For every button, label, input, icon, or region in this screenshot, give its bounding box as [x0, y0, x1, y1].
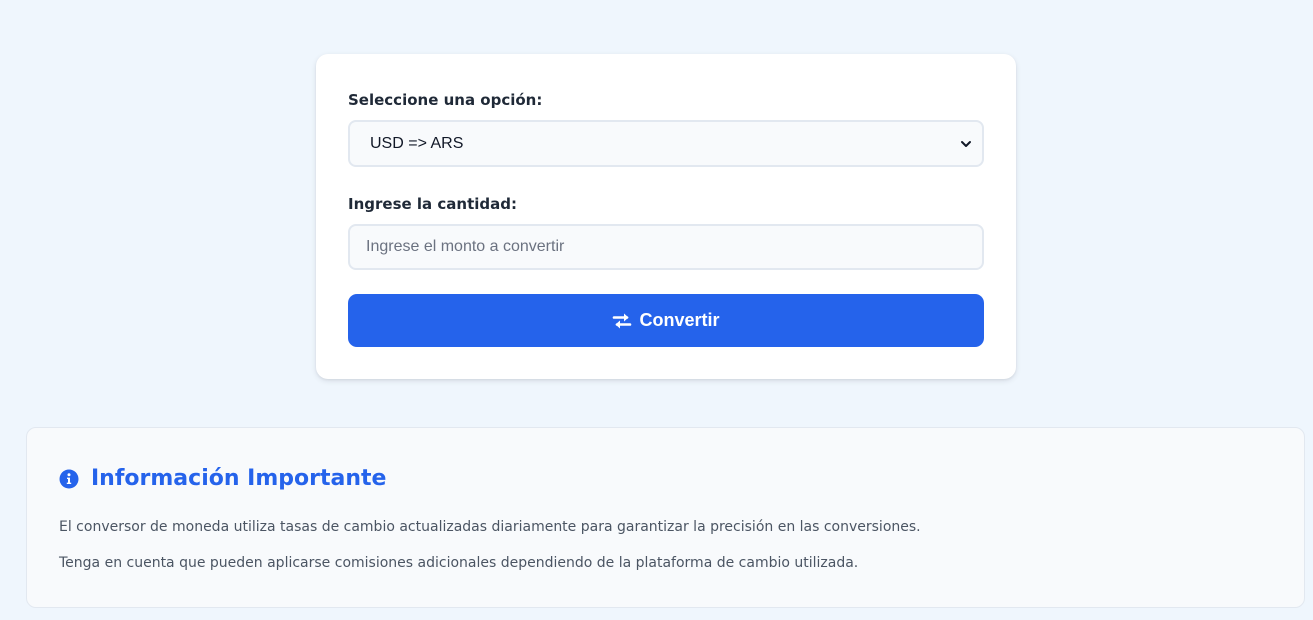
info-paragraph: El conversor de moneda utiliza tasas de … — [59, 519, 921, 535]
page: Seleccione una opción: USD => ARS Ingres… — [0, 0, 1313, 620]
currency-pair-select[interactable]: USD => ARS — [348, 120, 984, 167]
amount-input[interactable] — [348, 224, 984, 270]
info-circle-icon — [59, 469, 79, 489]
info-paragraph: Tenga en cuenta que pueden aplicarse com… — [59, 555, 859, 571]
select-label: Seleccione una opción: — [348, 91, 543, 109]
info-panel: Información Importante El conversor de m… — [26, 427, 1305, 608]
exchange-arrows-icon — [612, 311, 632, 331]
info-header: Información Importante — [59, 466, 386, 491]
amount-label: Ingrese la cantidad: — [348, 195, 517, 213]
converter-card: Seleccione una opción: USD => ARS Ingres… — [316, 54, 1016, 379]
convert-button-label: Convertir — [639, 310, 720, 330]
info-title: Información Importante — [91, 466, 387, 491]
convert-button[interactable]: Convertir — [348, 294, 984, 347]
selected-option: USD => ARS — [370, 134, 464, 152]
chevron-down-icon — [960, 138, 972, 150]
